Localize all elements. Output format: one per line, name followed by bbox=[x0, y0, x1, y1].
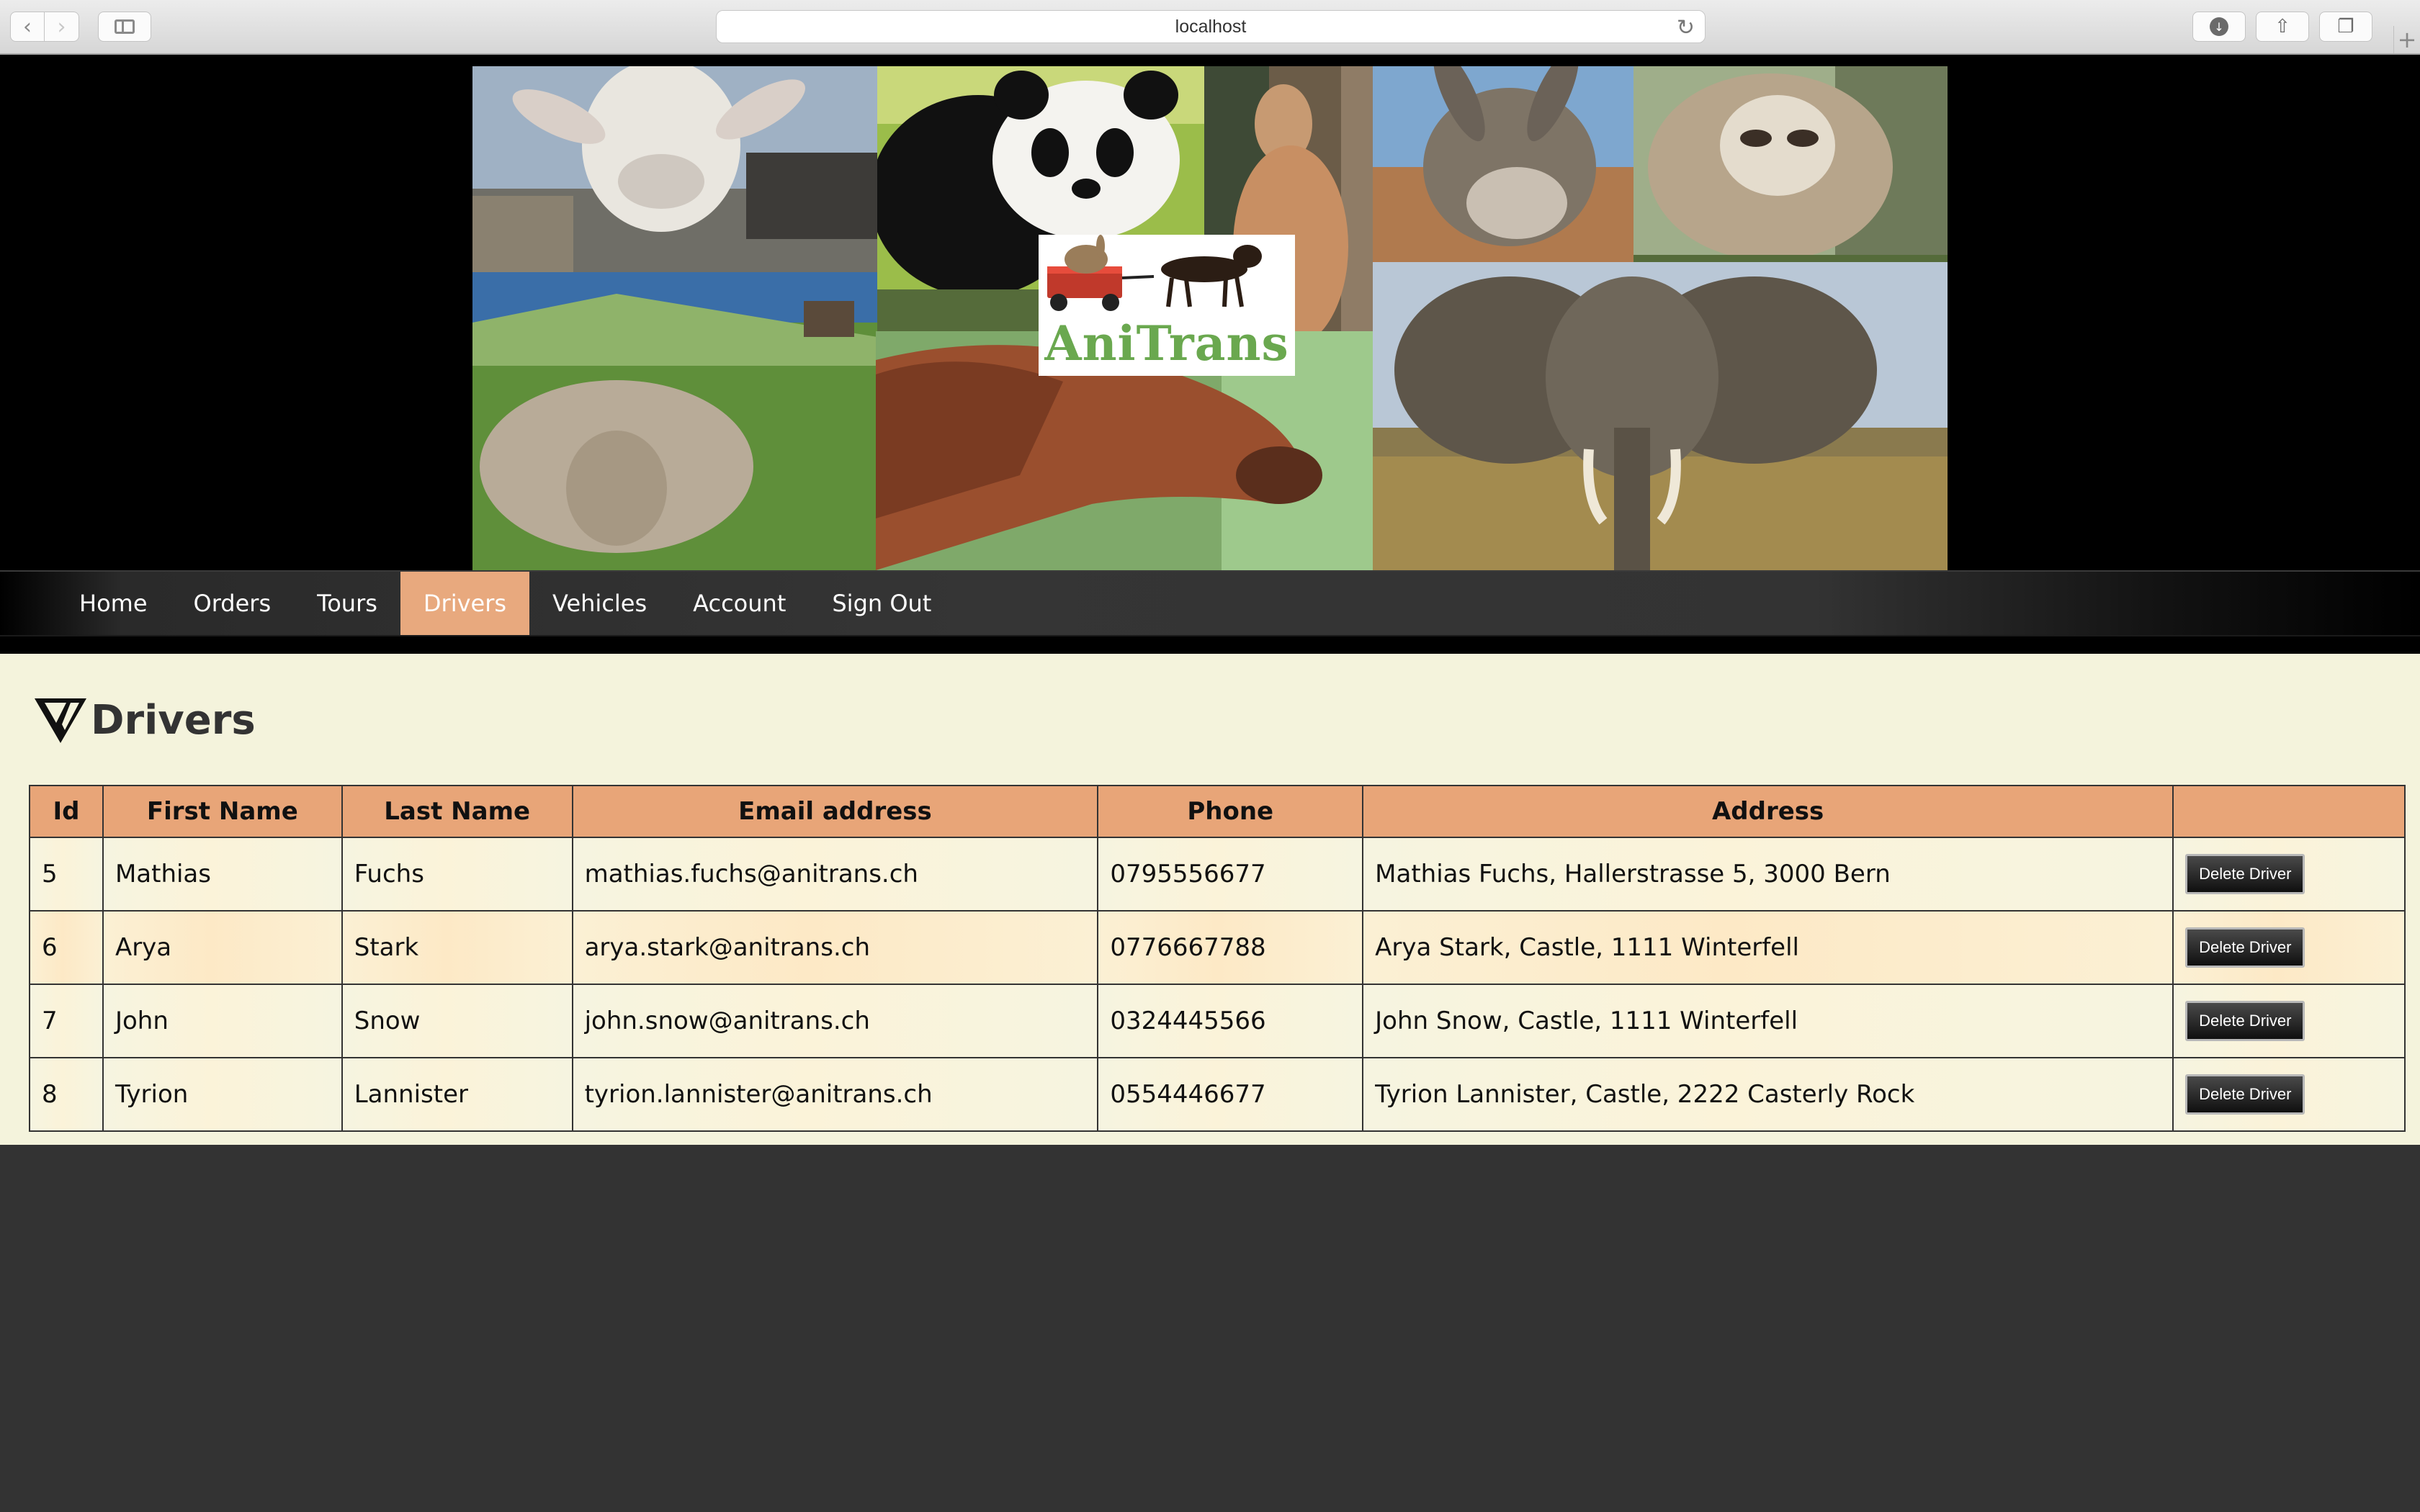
cell-actions: Delete Driver bbox=[2172, 837, 2406, 912]
cell-address: Arya Stark, Castle, 1111 Winterfell bbox=[1362, 910, 2174, 985]
plus-icon[interactable]: + bbox=[2393, 26, 2420, 53]
nav-item-vehicles[interactable]: Vehicles bbox=[529, 572, 670, 635]
history-buttons: ‹ › bbox=[10, 12, 79, 42]
cell-phone: 0554446677 bbox=[1097, 1057, 1364, 1132]
cell-actions: Delete Driver bbox=[2172, 910, 2406, 985]
column-header-email[interactable]: Email address bbox=[571, 785, 1099, 838]
main-content: Drivers Id First Name Last Name Email ad… bbox=[0, 654, 2420, 1145]
reload-icon[interactable]: ↻ bbox=[1677, 15, 1695, 40]
cell-actions: Delete Driver bbox=[2172, 984, 2406, 1058]
cell-address: John Snow, Castle, 1111 Winterfell bbox=[1362, 984, 2174, 1058]
column-header-phone[interactable]: Phone bbox=[1097, 785, 1364, 838]
cell-last-name: Lannister bbox=[341, 1057, 573, 1132]
chevron-left-icon[interactable]: ‹ bbox=[10, 12, 45, 42]
nav-item-tours[interactable]: Tours bbox=[294, 572, 400, 635]
sidebar-icon bbox=[115, 19, 135, 34]
cell-id: 5 bbox=[29, 837, 104, 912]
column-header-address[interactable]: Address bbox=[1362, 785, 2174, 838]
cell-email: mathias.fuchs@anitrans.ch bbox=[571, 837, 1099, 912]
download-icon: ↓ bbox=[2210, 17, 2228, 36]
header-banner: AniTrans bbox=[0, 55, 2420, 570]
cell-id: 7 bbox=[29, 984, 104, 1058]
nav-item-home[interactable]: Home bbox=[56, 572, 171, 635]
sloth-image bbox=[1634, 66, 1948, 255]
cell-last-name: Stark bbox=[341, 910, 573, 985]
cell-actions: Delete Driver bbox=[2172, 1057, 2406, 1132]
anitrans-logo: AniTrans bbox=[1039, 235, 1295, 376]
elephant-image bbox=[1373, 262, 1948, 570]
cell-email: tyrion.lannister@anitrans.ch bbox=[571, 1057, 1099, 1132]
nav-item-sign-out[interactable]: Sign Out bbox=[809, 572, 954, 635]
column-header-first-name[interactable]: First Name bbox=[102, 785, 343, 838]
delete-driver-button[interactable]: Delete Driver bbox=[2185, 927, 2305, 968]
cell-email: john.snow@anitrans.ch bbox=[571, 984, 1099, 1058]
delete-driver-button[interactable]: Delete Driver bbox=[2185, 1074, 2305, 1115]
cell-address: Tyrion Lannister, Castle, 2222 Casterly … bbox=[1362, 1057, 2174, 1132]
table-row: 8 Tyrion Lannister tyrion.lannister@anit… bbox=[29, 1057, 2406, 1132]
delete-driver-button[interactable]: Delete Driver bbox=[2185, 854, 2305, 894]
table-header-row: Id First Name Last Name Email address Ph… bbox=[29, 785, 2406, 838]
share-button[interactable]: ⇧ bbox=[2256, 12, 2309, 42]
delete-driver-button[interactable]: Delete Driver bbox=[2185, 1001, 2305, 1041]
address-bar[interactable]: localhost ↻ bbox=[716, 10, 1706, 43]
nav-item-orders[interactable]: Orders bbox=[171, 572, 295, 635]
donkey-image bbox=[1373, 66, 1634, 262]
column-header-last-name[interactable]: Last Name bbox=[341, 785, 573, 838]
nav-item-account[interactable]: Account bbox=[670, 572, 809, 635]
url-text: localhost bbox=[1175, 16, 1247, 37]
cell-phone: 0776667788 bbox=[1097, 910, 1364, 985]
main-nav: Home Orders Tours Drivers Vehicles Accou… bbox=[0, 570, 2420, 636]
column-header-actions bbox=[2172, 785, 2406, 838]
cell-id: 6 bbox=[29, 910, 104, 985]
table-row: 7 John Snow john.snow@anitrans.ch 032444… bbox=[29, 984, 2406, 1058]
tabs-icon: ❐ bbox=[2337, 16, 2354, 37]
table-row: 6 Arya Stark arya.stark@anitrans.ch 0776… bbox=[29, 910, 2406, 985]
download-button[interactable]: ↓ bbox=[2192, 12, 2246, 42]
cow-image bbox=[472, 272, 877, 570]
cell-address: Mathias Fuchs, Hallerstrasse 5, 3000 Ber… bbox=[1362, 837, 2174, 912]
tabs-button[interactable]: ❐ bbox=[2319, 12, 2372, 42]
cell-phone: 0324445566 bbox=[1097, 984, 1364, 1058]
column-header-id[interactable]: Id bbox=[29, 785, 104, 838]
sidebar-button[interactable] bbox=[98, 12, 151, 42]
cell-phone: 0795556677 bbox=[1097, 837, 1364, 912]
share-icon: ⇧ bbox=[2275, 16, 2290, 37]
nav-divider bbox=[0, 636, 2420, 654]
cell-email: arya.stark@anitrans.ch bbox=[571, 910, 1099, 985]
drivers-table: Id First Name Last Name Email address Ph… bbox=[29, 785, 2406, 1132]
cell-first-name: Mathias bbox=[102, 837, 343, 912]
cell-first-name: John bbox=[102, 984, 343, 1058]
goat-image bbox=[472, 66, 877, 272]
page-header: Drivers bbox=[33, 697, 256, 744]
cell-first-name: Arya bbox=[102, 910, 343, 985]
cell-last-name: Snow bbox=[341, 984, 573, 1058]
logo-text: AniTrans bbox=[1044, 315, 1289, 372]
browser-toolbar: ‹ › localhost ↻ ↓ ⇧ ❐ + bbox=[0, 0, 2420, 55]
v-logo-icon bbox=[35, 698, 86, 743]
nav-item-drivers[interactable]: Drivers bbox=[400, 572, 530, 635]
page-title: Drivers bbox=[91, 697, 256, 744]
table-row: 5 Mathias Fuchs mathias.fuchs@anitrans.c… bbox=[29, 837, 2406, 912]
cell-first-name: Tyrion bbox=[102, 1057, 343, 1132]
cell-last-name: Fuchs bbox=[341, 837, 573, 912]
cell-id: 8 bbox=[29, 1057, 104, 1132]
chevron-right-icon[interactable]: › bbox=[45, 12, 79, 42]
animal-collage-image: AniTrans bbox=[472, 66, 1948, 570]
